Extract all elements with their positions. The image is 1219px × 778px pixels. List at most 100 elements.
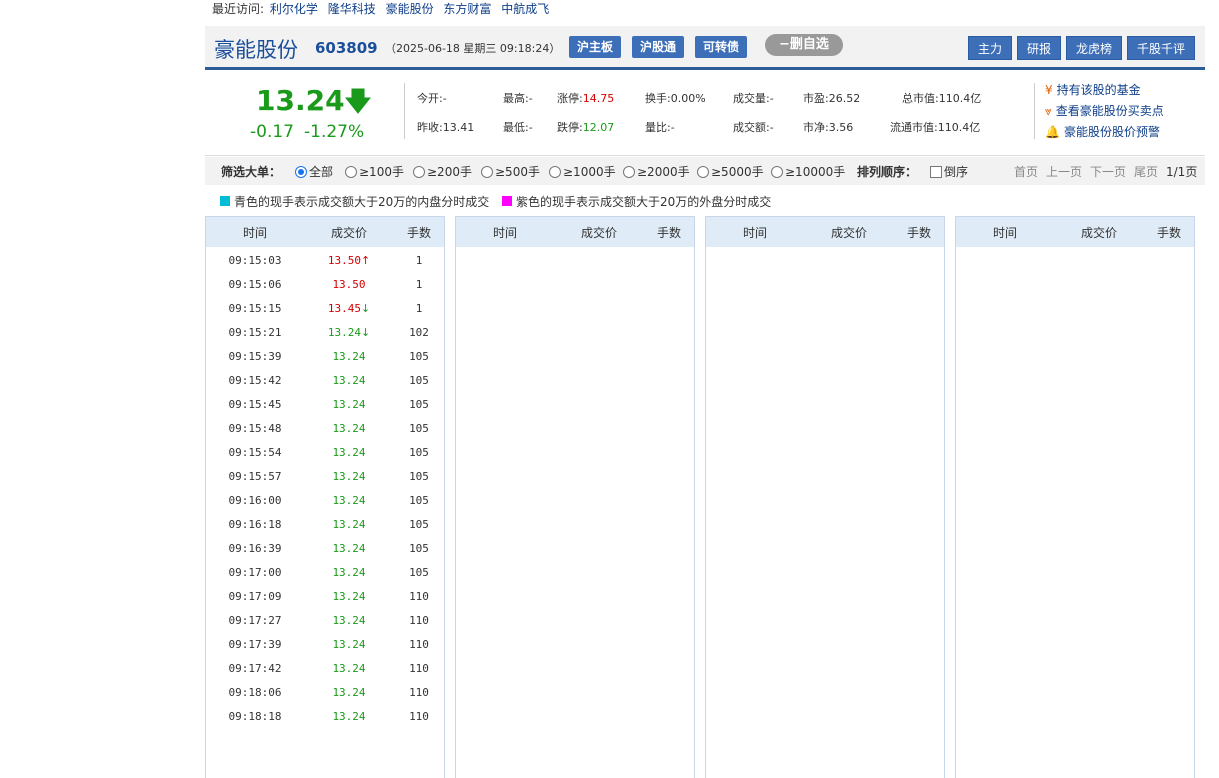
table-row: 09:17:09 13.24 110 — [206, 584, 444, 608]
filter-option-5000[interactable]: ≥5000手 — [697, 163, 764, 180]
trade-rows: 09:15:03 13.50↑ 1 09:15:06 13.50 1 09:15:15 13.… — [206, 247, 444, 728]
buy-sell-points-link[interactable]: ⩔ 查看豪能股份买卖点 — [1045, 102, 1164, 119]
stock-header: 豪能股份 603809 （2025-06-18 星期三 09:18:24） 沪主… — [205, 26, 1205, 70]
header-volume: 手数 — [406, 225, 431, 240]
radio-icon[interactable] — [697, 166, 709, 178]
table-row: 09:15:48 13.24 105 — [206, 416, 444, 440]
trade-price-value: 13.24 — [332, 445, 366, 459]
trade-volume: 105 — [409, 421, 429, 435]
remove-favorite-button[interactable]: −删自选 — [765, 34, 843, 56]
trade-price: 13.24 — [304, 638, 394, 651]
trade-time: 09:17:00 — [228, 565, 282, 579]
tag-convertible-bond[interactable]: 可转债 — [695, 36, 748, 58]
trade-column-4: 时间 成交价 手数 — [955, 216, 1195, 778]
header-volume: 手数 — [656, 225, 681, 240]
radio-icon[interactable] — [413, 166, 425, 178]
table-row: 09:15:45 13.24 105 — [206, 392, 444, 416]
volume-ratio: 量比:- — [645, 121, 675, 134]
main-force-button[interactable]: 主力 — [968, 36, 1012, 60]
filter-option-100[interactable]: ≥100手 — [345, 163, 404, 180]
funds-holding-link[interactable]: ¥ 持有该股的基金 — [1045, 81, 1141, 98]
trade-price-value: 13.24 — [332, 589, 366, 603]
quote-divider-right — [1034, 83, 1035, 139]
filter-option-200[interactable]: ≥200手 — [413, 163, 472, 180]
table-header: 时间 成交价 手数 — [706, 217, 944, 247]
trade-price-value: 13.50 — [332, 277, 366, 291]
trade-volume: 110 — [409, 589, 429, 603]
research-report-button[interactable]: 研报 — [1017, 36, 1061, 60]
trade-volume: 105 — [409, 541, 429, 555]
trade-time: 09:15:03 — [228, 253, 282, 267]
trade-price-value: 13.24 — [332, 565, 366, 579]
tag-sh-connect[interactable]: 沪股通 — [632, 36, 685, 58]
trade-volume: 105 — [409, 565, 429, 579]
checkbox-icon[interactable] — [930, 166, 942, 178]
dragon-tiger-button[interactable]: 龙虎榜 — [1066, 36, 1122, 60]
quote-panel: 13.24🡇 -0.17 -1.27% 今开:- 昨收:13.41 最高:- 最低… — [205, 73, 1205, 156]
tag-sh-main-board[interactable]: 沪主板 — [569, 36, 622, 58]
filter-option-10000[interactable]: ≥10000手 — [771, 163, 845, 180]
stock-review-button[interactable]: 千股千评 — [1127, 36, 1195, 60]
trade-volume: 110 — [409, 661, 429, 675]
table-row: 09:18:18 13.24 110 — [206, 704, 444, 728]
pager-last[interactable]: 尾页 — [1134, 163, 1158, 180]
price-alert-link[interactable]: 🔔 豪能股份股价预警 — [1045, 123, 1160, 140]
trade-price: 13.24 — [304, 446, 394, 459]
trade-price: 13.24 — [304, 614, 394, 627]
header-volume: 手数 — [1156, 225, 1181, 240]
radio-icon[interactable] — [549, 166, 561, 178]
prev-close: 昨收:13.41 — [417, 121, 475, 134]
filter-option-500[interactable]: ≥500手 — [481, 163, 540, 180]
trade-column-3: 时间 成交价 手数 — [705, 216, 945, 778]
filter-option-1000[interactable]: ≥1000手 — [549, 163, 616, 180]
trade-price: 13.24 — [304, 422, 394, 435]
trade-price: 13.24 — [304, 518, 394, 531]
yuan-icon: ¥ — [1045, 83, 1053, 97]
sort-reverse-checkbox[interactable]: 倒序 — [930, 163, 968, 180]
trade-volume: 1 — [415, 253, 423, 267]
radio-icon[interactable] — [481, 166, 493, 178]
stock-datetime: （2025-06-18 星期三 09:18:24） — [385, 42, 561, 55]
recent-link-zhonghang[interactable]: 中航成飞 — [501, 2, 549, 16]
chart-signal-icon: ⩔ — [1045, 104, 1052, 118]
trade-volume: 110 — [409, 685, 429, 699]
radio-selected-icon[interactable] — [295, 166, 307, 178]
trade-volume: 105 — [409, 349, 429, 363]
arrow-down-icon: ↓ — [360, 325, 371, 339]
table-row: 09:17:27 13.24 110 — [206, 608, 444, 632]
table-row: 09:15:15 13.45↓ 1 — [206, 296, 444, 320]
recent-link-haoneng[interactable]: 豪能股份 — [386, 2, 434, 16]
radio-icon[interactable] — [345, 166, 357, 178]
trade-volume: 105 — [409, 469, 429, 483]
trade-time: 09:17:39 — [228, 637, 282, 651]
trade-price: 13.24 — [304, 566, 394, 579]
filter-option-all[interactable]: 全部 — [295, 163, 333, 180]
radio-icon[interactable] — [771, 166, 783, 178]
magenta-square-icon — [502, 196, 512, 206]
trade-time: 09:15:42 — [228, 373, 282, 387]
price-change-value: -0.17 — [250, 122, 294, 142]
table-row: 09:15:03 13.50↑ 1 — [206, 248, 444, 272]
stock-code: 603809 — [315, 39, 378, 57]
trade-column-2: 时间 成交价 手数 — [455, 216, 695, 778]
pager-prev[interactable]: 上一页 — [1046, 163, 1082, 180]
price-change: -0.17 -1.27% — [250, 122, 374, 142]
trade-time: 09:15:48 — [228, 421, 282, 435]
radio-icon[interactable] — [623, 166, 635, 178]
stock-name[interactable]: 豪能股份 — [214, 34, 298, 64]
trade-volume: 105 — [409, 517, 429, 531]
filter-option-2000[interactable]: ≥2000手 — [623, 163, 690, 180]
trade-price: 13.24 — [304, 470, 394, 483]
pager-first[interactable]: 首页 — [1014, 163, 1038, 180]
table-row: 09:16:18 13.24 105 — [206, 512, 444, 536]
trade-time: 09:17:42 — [228, 661, 282, 675]
pager-next[interactable]: 下一页 — [1090, 163, 1126, 180]
high-price: 最高:- — [503, 92, 533, 105]
trade-time: 09:17:27 — [228, 613, 282, 627]
recent-link-longhua[interactable]: 隆华科技 — [328, 2, 376, 16]
trade-price: 13.45↓ — [304, 302, 394, 315]
recent-link-dongfang[interactable]: 东方财富 — [443, 2, 491, 16]
trade-time: 09:15:15 — [228, 301, 282, 315]
table-row: 09:15:39 13.24 105 — [206, 344, 444, 368]
recent-link-lier[interactable]: 利尔化学 — [270, 2, 318, 16]
